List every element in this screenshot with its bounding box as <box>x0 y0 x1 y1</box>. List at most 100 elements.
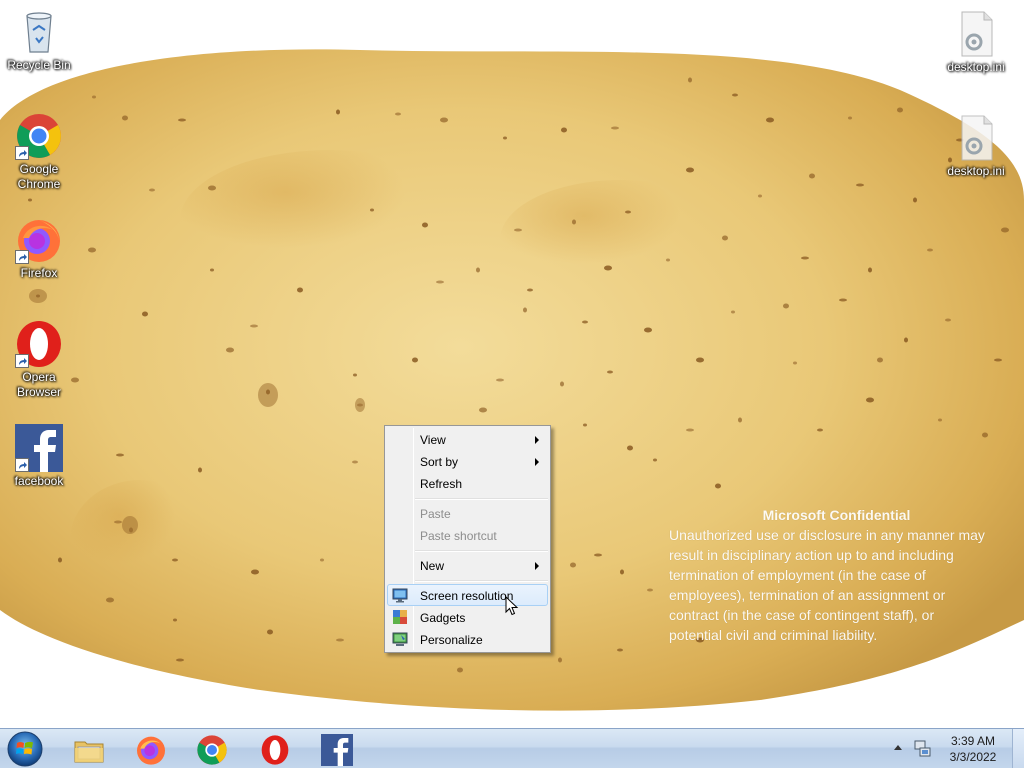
potato-spot <box>715 483 721 489</box>
potato-spot <box>732 93 738 97</box>
taskbar-button-chrome[interactable] <box>184 731 240 767</box>
potato-spot <box>604 265 612 271</box>
menu-item-personalize[interactable]: Personalize <box>387 628 548 650</box>
potato-spot <box>877 357 883 363</box>
potato-spot <box>868 267 872 273</box>
potato-spot <box>627 445 633 451</box>
potato-spot <box>731 310 735 314</box>
potato-spot <box>92 95 96 99</box>
potato-spot <box>251 569 259 575</box>
menu-item-view[interactable]: View <box>387 428 548 450</box>
taskbar-button-facebook[interactable] <box>309 731 365 767</box>
potato-spot <box>88 247 96 253</box>
menu-item-paste[interactable]: Paste <box>387 502 548 524</box>
potato-spot <box>514 228 522 232</box>
potato-spot <box>267 629 273 635</box>
potato-spot <box>625 210 631 214</box>
opera-icon <box>15 320 63 368</box>
potato-spot <box>793 361 797 365</box>
potato-spot <box>370 208 374 212</box>
menu-separator <box>415 580 548 582</box>
taskbar: 3:39 AM 3/3/2022 <box>0 728 1024 768</box>
potato-spot <box>904 337 908 343</box>
watermark-line: Unauthorized use or disclosure in any ma… <box>669 527 985 543</box>
potato-spot <box>457 667 463 673</box>
menu-item-label: New <box>420 559 445 573</box>
potato-spot <box>561 127 567 133</box>
clock-time: 3:39 AM <box>950 734 996 748</box>
network-icon[interactable] <box>914 740 932 763</box>
personalize-icon <box>392 631 408 647</box>
potato-spot <box>856 183 864 187</box>
desktop-icon-label: desktop.ini <box>947 60 1005 74</box>
desktop-icon-recycle-bin[interactable]: Recycle Bin <box>1 8 77 73</box>
menu-item-gadgets[interactable]: Gadgets <box>387 606 548 628</box>
menu-item-label: Screen resolution <box>420 589 514 603</box>
desktop-icon-desktop-ini[interactable]: desktop.ini <box>938 10 1014 75</box>
confidential-watermark: Microsoft Confidential Unauthorized use … <box>669 505 1014 645</box>
potato-spot <box>848 116 852 120</box>
potato-spot <box>766 117 774 123</box>
submenu-arrow-icon <box>535 562 539 570</box>
potato-spot <box>297 287 303 293</box>
shortcut-arrow-icon <box>15 354 29 368</box>
menu-item-screen-resolution[interactable]: Screen resolution <box>387 584 548 606</box>
potato-spot <box>503 136 507 140</box>
menu-item-label: Paste <box>420 507 451 521</box>
potato-spot <box>653 458 657 462</box>
potato-spot <box>176 658 184 662</box>
menu-item-label: Gadgets <box>420 611 466 625</box>
taskbar-clock[interactable]: 3:39 AM 3/3/2022 <box>940 733 1006 765</box>
taskbar-button-file-explorer[interactable] <box>61 731 117 767</box>
potato-spot <box>352 460 358 464</box>
menu-item-new[interactable]: New <box>387 554 548 576</box>
show-hidden-icons-button[interactable] <box>894 745 902 750</box>
facebook-icon <box>321 734 353 766</box>
gadgets-icon <box>392 609 408 625</box>
recycle-bin-icon <box>15 8 63 56</box>
desktop-icon-facebook[interactable]: facebook <box>1 424 77 489</box>
desktop-icon-label: Opera Browser <box>16 370 61 399</box>
potato-spot <box>897 107 903 113</box>
facebook-icon <box>15 424 63 472</box>
potato-spot <box>476 267 480 273</box>
potato-spot <box>226 347 234 353</box>
taskbar-button-firefox[interactable] <box>123 731 179 767</box>
desktop-icon-desktop-ini-2[interactable]: desktop.ini <box>938 114 1014 179</box>
potato-spot <box>607 370 613 374</box>
potato-spot <box>422 222 428 228</box>
potato-spot <box>122 115 128 121</box>
potato-spot <box>496 378 504 382</box>
potato-spot <box>927 248 933 252</box>
desktop-context-menu: View Sort by Refresh Paste Paste shortcu… <box>384 425 551 653</box>
potato-spot <box>866 397 874 403</box>
potato-spot <box>178 118 186 122</box>
menu-item-paste-shortcut[interactable]: Paste shortcut <box>387 524 548 546</box>
watermark-line: potential civil and criminal liability. <box>669 627 878 643</box>
desktop-icon-google-chrome[interactable]: Google Chrome <box>1 112 77 192</box>
potato-spot <box>783 303 789 309</box>
potato-spot <box>320 558 324 562</box>
menu-item-refresh[interactable]: Refresh <box>387 472 548 494</box>
clock-date: 3/3/2022 <box>949 750 997 764</box>
show-desktop-button[interactable] <box>1012 729 1024 768</box>
potato-spot <box>560 381 564 387</box>
folder-icon <box>74 741 104 763</box>
potato-spot <box>647 588 653 592</box>
potato-spot <box>696 357 704 363</box>
shortcut-arrow-icon <box>15 250 29 264</box>
desktop-icon-opera-browser[interactable]: Opera Browser <box>1 320 77 400</box>
menu-item-sort-by[interactable]: Sort by <box>387 450 548 472</box>
potato-spot <box>994 358 1002 362</box>
watermark-title: Microsoft Confidential <box>762 507 911 523</box>
watermark-line: termination of employment (in the case o… <box>669 567 926 583</box>
taskbar-button-opera[interactable] <box>247 731 303 767</box>
settings-file-icon <box>952 114 1000 162</box>
potato-spot <box>809 173 815 179</box>
start-button[interactable] <box>4 730 46 768</box>
desktop-icon-firefox[interactable]: Firefox <box>1 216 77 281</box>
potato-spot <box>210 268 214 272</box>
menu-item-label: Refresh <box>420 477 463 491</box>
menu-separator <box>415 550 548 552</box>
potato-spot <box>106 597 114 603</box>
